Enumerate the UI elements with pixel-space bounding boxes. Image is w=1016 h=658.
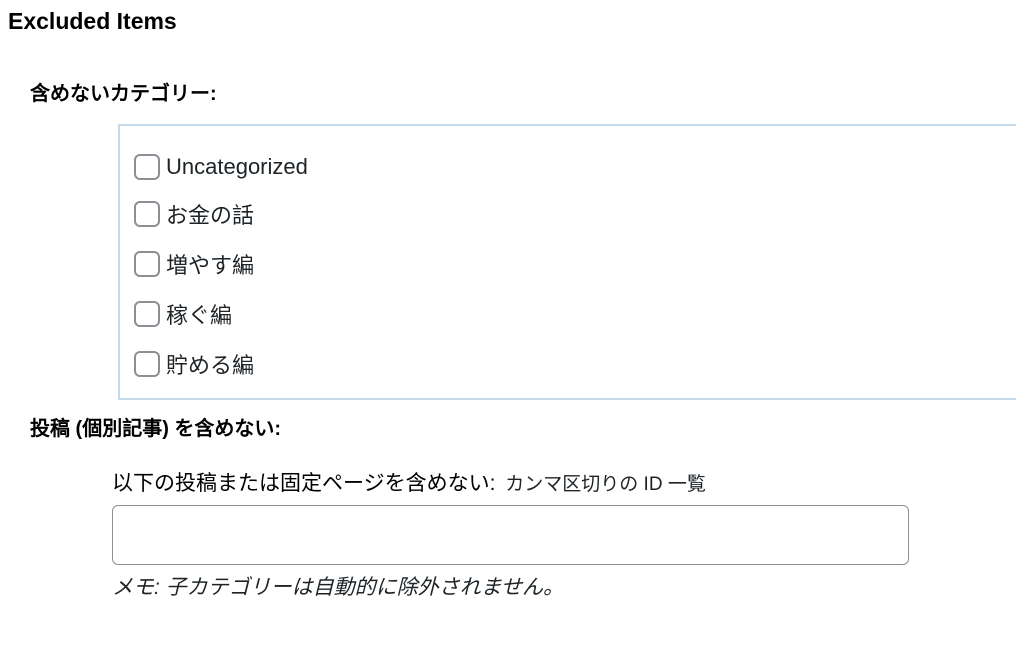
excluded-posts-label: 投稿 (個別記事) を含めない: — [30, 412, 1016, 441]
category-checkbox-uncategorized[interactable] — [134, 154, 160, 180]
category-label[interactable]: 稼ぐ編 — [166, 298, 232, 330]
category-checkbox-save[interactable] — [134, 351, 160, 377]
excluded-posts-section: 投稿 (個別記事) を含めない: 以下の投稿または固定ページを含めない: カンマ… — [8, 412, 1016, 601]
category-list: Uncategorized お金の話 増やす編 稼ぐ編 貯める編 — [134, 154, 1016, 380]
category-item: お金の話 — [134, 198, 1016, 230]
category-label[interactable]: Uncategorized — [166, 154, 308, 180]
excluded-categories-label: 含めないカテゴリー: — [30, 77, 1016, 106]
excluded-posts-input[interactable] — [112, 505, 909, 565]
category-box: Uncategorized お金の話 増やす編 稼ぐ編 貯める編 — [118, 124, 1016, 400]
note-text: 子カテゴリーは自動的に除外されません。 — [160, 576, 564, 599]
excluded-posts-note: メモ: 子カテゴリーは自動的に除外されません。 — [112, 571, 1016, 601]
category-checkbox-earn[interactable] — [134, 301, 160, 327]
category-label[interactable]: 増やす編 — [166, 248, 254, 280]
excluded-posts-sublabel-row: 以下の投稿または固定ページを含めない: カンマ区切りの ID 一覧 — [112, 467, 1016, 497]
category-item: 稼ぐ編 — [134, 298, 1016, 330]
category-item: 貯める編 — [134, 348, 1016, 380]
excluded-posts-sublabel-note: カンマ区切りの ID 一覧 — [505, 474, 706, 495]
category-item: 増やす編 — [134, 248, 1016, 280]
excluded-posts-sublabel: 以下の投稿または固定ページを含めない: — [112, 472, 495, 495]
category-checkbox-money-talk[interactable] — [134, 201, 160, 227]
category-item: Uncategorized — [134, 154, 1016, 180]
category-label[interactable]: お金の話 — [166, 198, 254, 230]
category-label[interactable]: 貯める編 — [166, 348, 254, 380]
section-title: Excluded Items — [8, 8, 1016, 35]
note-prefix: メモ: — [112, 576, 160, 599]
category-checkbox-grow[interactable] — [134, 251, 160, 277]
